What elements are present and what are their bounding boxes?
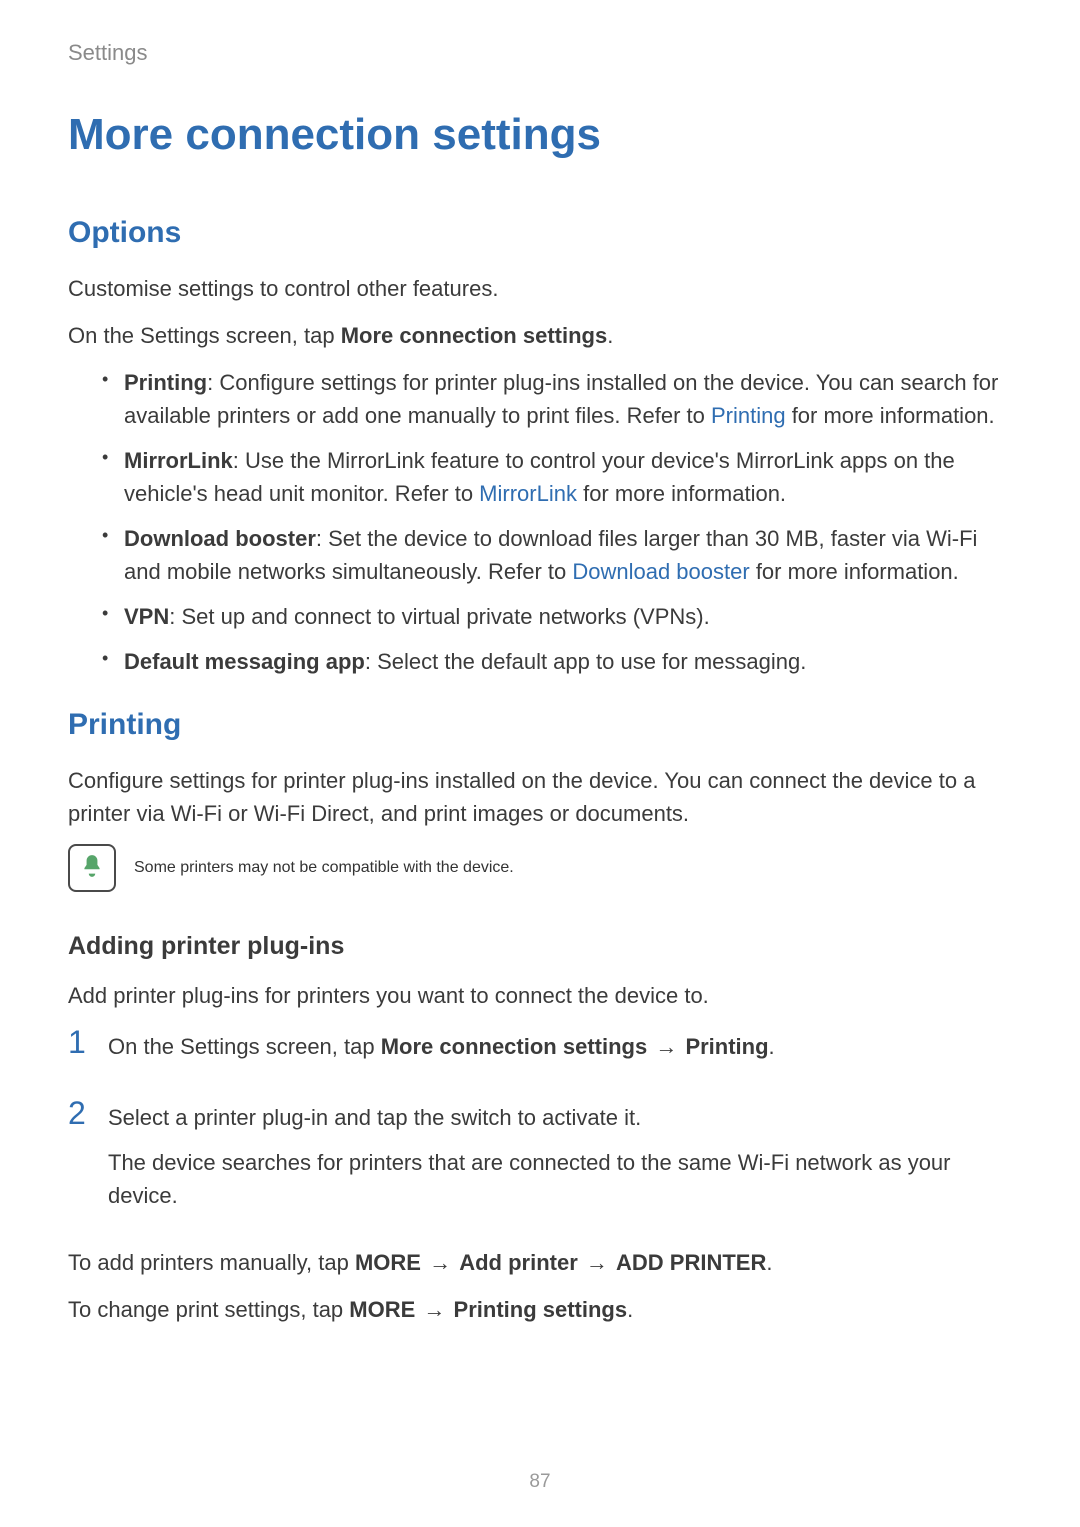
link-printing[interactable]: Printing bbox=[711, 403, 786, 428]
link-mirrorlink[interactable]: MirrorLink bbox=[479, 481, 577, 506]
text: To add printers manually, tap bbox=[68, 1250, 355, 1275]
options-nav: On the Settings screen, tap More connect… bbox=[68, 319, 1012, 352]
manual-printers: To add printers manually, tap MORE → Add… bbox=[68, 1246, 1012, 1279]
breadcrumb: Settings bbox=[68, 40, 1012, 66]
arrow-icon: → bbox=[647, 1034, 685, 1059]
option-label: MirrorLink bbox=[124, 448, 233, 473]
option-label: Printing bbox=[124, 370, 207, 395]
step-1: 1 On the Settings screen, tap More conne… bbox=[68, 1026, 1012, 1075]
section-options-heading: Options bbox=[68, 216, 1012, 250]
text-bold: ADD PRINTER bbox=[616, 1250, 766, 1275]
arrow-icon: → bbox=[578, 1250, 616, 1275]
list-item: VPN: Set up and connect to virtual priva… bbox=[102, 600, 1012, 633]
text: The device searches for printers that ar… bbox=[108, 1146, 1012, 1212]
note: Some printers may not be compatible with… bbox=[68, 844, 1012, 892]
step-number: 2 bbox=[68, 1097, 92, 1129]
link-download-booster[interactable]: Download booster bbox=[572, 559, 749, 584]
options-intro: Customise settings to control other feat… bbox=[68, 272, 1012, 305]
text: for more information. bbox=[786, 403, 995, 428]
note-text: Some printers may not be compatible with… bbox=[134, 859, 514, 877]
change-settings: To change print settings, tap MORE → Pri… bbox=[68, 1293, 1012, 1326]
bell-icon bbox=[79, 853, 105, 884]
subsection-adding-heading: Adding printer plug-ins bbox=[68, 932, 1012, 961]
section-printing-heading: Printing bbox=[68, 708, 1012, 742]
step-body: Select a printer plug-in and tap the swi… bbox=[108, 1097, 1012, 1224]
adding-intro: Add printer plug-ins for printers you wa… bbox=[68, 979, 1012, 1012]
text-bold: Printing settings bbox=[454, 1297, 628, 1322]
arrow-icon: → bbox=[415, 1297, 453, 1322]
text: : Select the default app to use for mess… bbox=[365, 649, 807, 674]
text-bold: Add printer bbox=[459, 1250, 578, 1275]
step-2: 2 Select a printer plug-in and tap the s… bbox=[68, 1097, 1012, 1224]
options-list: Printing: Configure settings for printer… bbox=[68, 366, 1012, 678]
text: for more information. bbox=[577, 481, 786, 506]
option-label: Download booster bbox=[124, 526, 316, 551]
text-bold: More connection settings bbox=[381, 1034, 647, 1059]
option-label: Default messaging app bbox=[124, 649, 365, 674]
printing-intro: Configure settings for printer plug-ins … bbox=[68, 764, 1012, 830]
page-number: 87 bbox=[0, 1471, 1080, 1493]
text: On the Settings screen, tap bbox=[68, 323, 341, 348]
text: . bbox=[627, 1297, 633, 1322]
text-bold: MORE bbox=[349, 1297, 415, 1322]
text: Select a printer plug-in and tap the swi… bbox=[108, 1101, 1012, 1134]
option-label: VPN bbox=[124, 604, 169, 629]
note-icon-box bbox=[68, 844, 116, 892]
text: . bbox=[766, 1250, 772, 1275]
list-item: Download booster: Set the device to down… bbox=[102, 522, 1012, 588]
text: : Set up and connect to virtual private … bbox=[169, 604, 709, 629]
list-item: Printing: Configure settings for printer… bbox=[102, 366, 1012, 432]
arrow-icon: → bbox=[421, 1250, 459, 1275]
page-title: More connection settings bbox=[68, 110, 1012, 160]
step-number: 1 bbox=[68, 1026, 92, 1058]
text-bold: Printing bbox=[685, 1034, 768, 1059]
text: . bbox=[769, 1034, 775, 1059]
text: To change print settings, tap bbox=[68, 1297, 349, 1322]
list-item: MirrorLink: Use the MirrorLink feature t… bbox=[102, 444, 1012, 510]
step-body: On the Settings screen, tap More connect… bbox=[108, 1026, 775, 1075]
text: On the Settings screen, tap bbox=[108, 1034, 381, 1059]
text: for more information. bbox=[750, 559, 959, 584]
text-bold: MORE bbox=[355, 1250, 421, 1275]
text-bold: More connection settings bbox=[341, 323, 607, 348]
list-item: Default messaging app: Select the defaul… bbox=[102, 645, 1012, 678]
page: Settings More connection settings Option… bbox=[0, 0, 1080, 1527]
text: . bbox=[607, 323, 613, 348]
